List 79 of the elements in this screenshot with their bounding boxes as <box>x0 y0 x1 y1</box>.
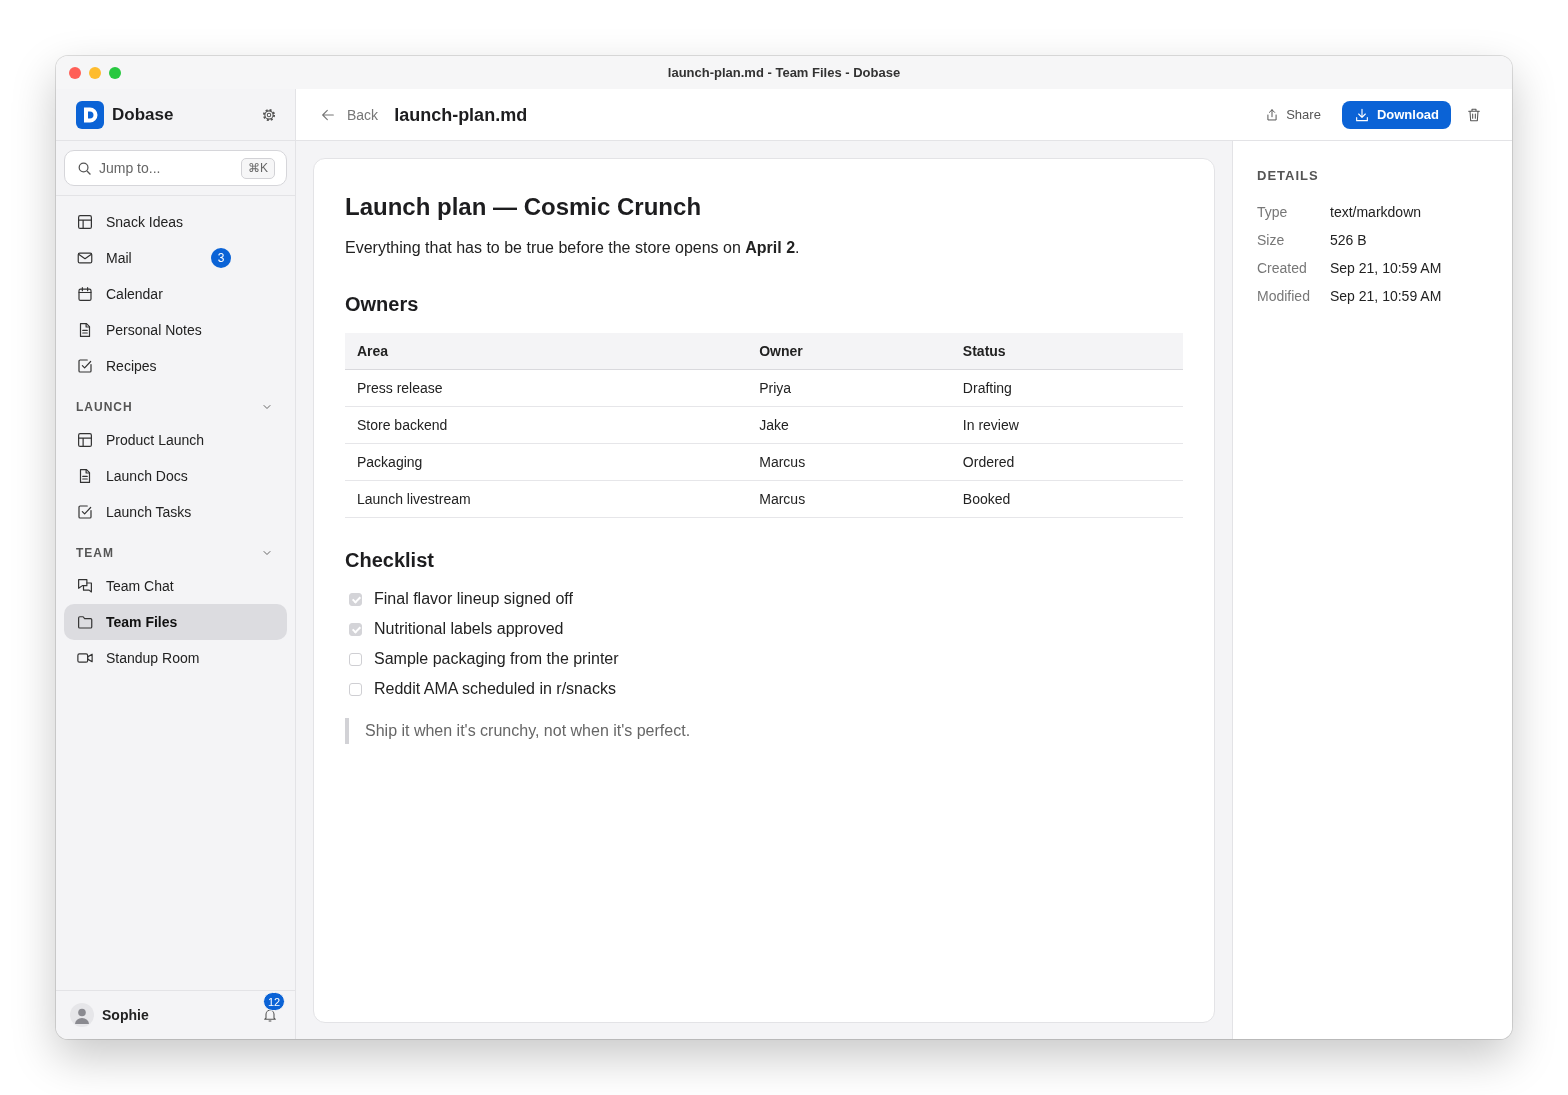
detail-value: text/markdown <box>1330 203 1423 222</box>
checked-box-icon <box>76 357 94 375</box>
column-header: Status <box>950 333 1183 370</box>
keyboard-shortcut: ⌘K <box>241 158 275 179</box>
layout-icon <box>76 431 94 449</box>
checkbox[interactable] <box>349 682 362 696</box>
share-icon <box>1265 107 1280 122</box>
brand-name: Dobase <box>112 104 174 125</box>
table-cell: Marcus <box>747 480 951 518</box>
detail-label: Size <box>1257 231 1286 250</box>
sidebar-item[interactable]: Launch Tasks <box>64 494 287 530</box>
notification-badge: 12 <box>263 992 286 1011</box>
column-header: Area <box>345 333 748 370</box>
settings-icon[interactable] <box>261 106 277 123</box>
folder-icon <box>76 613 94 631</box>
sidebar-item[interactable]: Standup Room <box>64 640 287 676</box>
table-cell: Store backend <box>345 406 748 444</box>
document-title: Launch plan — Cosmic Crunch <box>345 192 703 222</box>
user-name: Sophie <box>102 1007 149 1023</box>
layout-icon <box>76 213 94 231</box>
details-heading: DETAILS <box>1257 167 1320 185</box>
search-icon <box>77 161 92 176</box>
mail-icon <box>76 249 94 267</box>
sidebar-item[interactable]: Recipes <box>64 348 287 384</box>
share-button[interactable]: Share <box>1259 103 1327 126</box>
unread-badge: 3 <box>211 248 231 268</box>
checkbox[interactable] <box>349 592 362 606</box>
section-header[interactable]: LAUNCH <box>56 384 295 422</box>
blockquote: Ship it when it's crunchy, not when it's perfect. <box>345 718 1183 744</box>
detail-label: Modified <box>1257 287 1311 306</box>
trash-icon[interactable] <box>1466 106 1482 123</box>
file-name: launch-plan.md <box>394 103 528 127</box>
sidebar-item[interactable]: Launch Docs <box>64 458 287 494</box>
sidebar-item[interactable]: Team Files <box>64 604 287 640</box>
maximize-window-icon[interactable] <box>109 66 121 79</box>
checklist-item-text: Final flavor lineup signed off <box>374 590 573 608</box>
window-title: launch-plan.md - Team Files - Dobase <box>667 65 901 80</box>
minimize-window-icon[interactable] <box>89 66 101 79</box>
sidebar-item[interactable]: Product Launch <box>64 422 287 458</box>
detail-value: Sep 21, 10:59 AM <box>1330 287 1443 306</box>
download-icon <box>1353 106 1370 123</box>
section-header[interactable]: TEAM <box>56 530 295 568</box>
logo-icon <box>76 100 104 129</box>
table-cell: Priya <box>747 369 951 407</box>
checkbox[interactable] <box>349 622 362 636</box>
table-cell: In review <box>950 406 1183 444</box>
detail-label: Created <box>1257 259 1308 278</box>
back-button[interactable]: Back <box>320 106 379 123</box>
table-cell: Launch livestream <box>345 480 748 518</box>
table-cell: Booked <box>950 480 1183 518</box>
calendar-icon <box>76 285 94 303</box>
checklist-item-text: Nutritional labels approved <box>374 620 564 638</box>
avatar-icon[interactable] <box>70 1003 94 1027</box>
table-cell: Ordered <box>950 443 1183 481</box>
table-cell: Marcus <box>747 443 951 481</box>
sidebar-item[interactable]: Calendar <box>64 276 287 312</box>
chat-bubbles-icon <box>76 577 94 595</box>
bell-icon[interactable] <box>262 1007 278 1023</box>
intro-paragraph: Everything that has to be true before the store opens on April 2. <box>345 238 801 258</box>
section-heading: Checklist <box>345 548 435 573</box>
table-cell: Drafting <box>950 369 1183 407</box>
table-cell: Jake <box>747 406 951 444</box>
close-window-icon[interactable] <box>69 66 81 79</box>
detail-value: 526 B <box>1330 231 1368 250</box>
checklist-item-text: Sample packaging from the printer <box>374 650 619 668</box>
detail-value: Sep 21, 10:59 AM <box>1330 259 1443 278</box>
sidebar-item[interactable]: Personal Notes <box>64 312 287 348</box>
checked-box-icon <box>76 503 94 521</box>
detail-label: Type <box>1257 203 1289 222</box>
checkbox[interactable] <box>349 652 362 666</box>
download-button[interactable]: Download <box>1341 100 1451 129</box>
checklist-item-text: Reddit AMA scheduled in r/snacks <box>374 680 616 698</box>
table-cell: Press release <box>345 369 748 407</box>
section-heading: Owners <box>345 292 420 317</box>
column-header: Owner <box>747 333 951 370</box>
sidebar-item[interactable]: Team Chat <box>64 568 287 604</box>
sidebar-item[interactable]: Snack Ideas <box>64 204 287 240</box>
sidebar-item[interactable]: Mail 3 <box>64 240 287 276</box>
table-cell: Packaging <box>345 443 748 481</box>
